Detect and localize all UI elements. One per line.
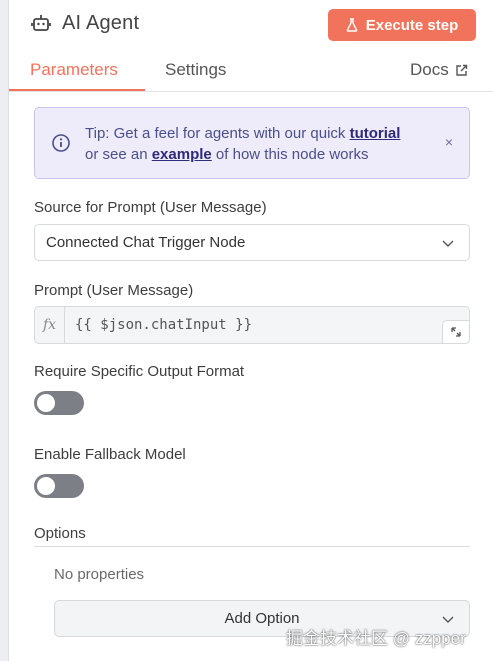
execute-step-label: Execute step [365, 16, 459, 34]
source-select[interactable]: Connected Chat Trigger Node [34, 224, 470, 261]
tip-prefix: Tip: Get a feel for agents with our quic… [85, 125, 350, 142]
example-link[interactable]: example [152, 146, 212, 163]
output-format-toggle[interactable] [34, 391, 84, 415]
output-format-label: Require Specific Output Format [34, 363, 245, 380]
prompt-expression-value: {{ $json.chatInput }} [75, 317, 253, 333]
robot-icon [31, 15, 51, 31]
node-title: AI Agent [62, 12, 140, 34]
external-link-icon [456, 64, 467, 76]
flask-icon [346, 18, 358, 32]
open-expression-editor-button[interactable] [442, 320, 470, 344]
toggle-knob [37, 394, 55, 412]
prompt-expression-input[interactable]: fx {{ $json.chatInput }} [34, 306, 470, 344]
tip-suffix: of how this node works [211, 146, 369, 163]
fallback-toggle[interactable] [34, 474, 84, 498]
tip-text: Tip: Get a feel for agents with our quic… [85, 123, 435, 165]
options-divider [34, 546, 470, 547]
canvas-edge [0, 0, 9, 661]
options-title: Options [34, 525, 86, 542]
chevron-down-icon [442, 240, 454, 247]
close-icon[interactable]: × [445, 134, 453, 150]
tab-parameters[interactable]: Parameters [30, 60, 118, 80]
watermark: 掘金技术社区 @ zzpper [286, 629, 466, 648]
expression-fx-icon: fx [35, 307, 65, 343]
active-tab-indicator [9, 89, 145, 91]
node-tabs: Parameters Settings Docs [9, 52, 493, 92]
info-icon [52, 134, 70, 152]
prompt-label: Prompt (User Message) [34, 282, 194, 299]
docs-link[interactable]: Docs [410, 60, 468, 80]
source-label: Source for Prompt (User Message) [34, 199, 267, 216]
tip-middle: or see an [85, 146, 152, 163]
toggle-knob [37, 477, 55, 495]
node-header: AI Agent Execute step [9, 0, 493, 48]
docs-label: Docs [410, 60, 449, 79]
no-properties-text: No properties [54, 566, 145, 583]
fallback-label: Enable Fallback Model [34, 446, 186, 463]
tab-settings[interactable]: Settings [165, 60, 226, 80]
expand-icon [451, 327, 461, 337]
source-select-value: Connected Chat Trigger Node [46, 234, 246, 251]
tip-banner: Tip: Get a feel for agents with our quic… [34, 107, 470, 179]
tutorial-link[interactable]: tutorial [350, 125, 401, 142]
execute-step-button[interactable]: Execute step [328, 9, 476, 41]
